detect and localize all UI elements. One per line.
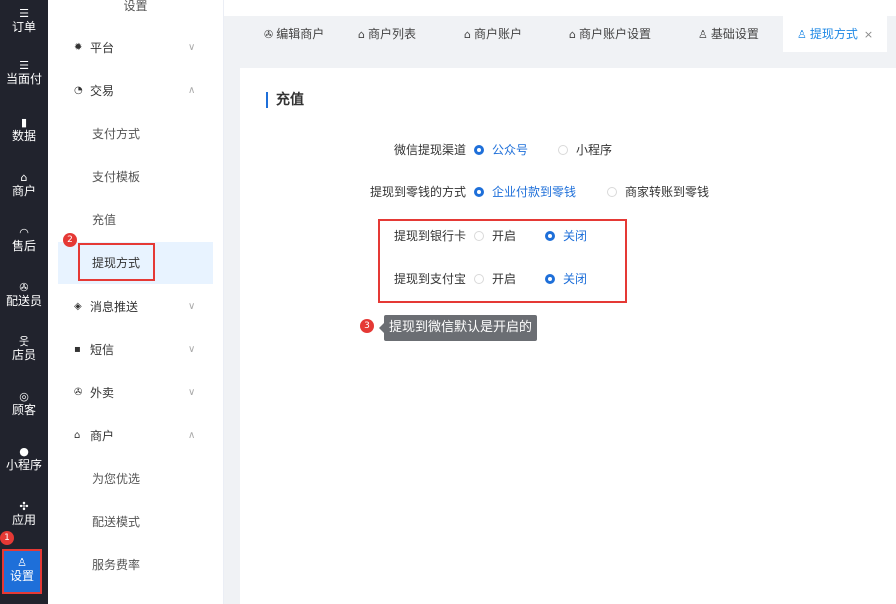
store-icon: ⌂ <box>20 171 28 184</box>
radio-dot <box>474 274 484 284</box>
submenu-item-preferred[interactable]: 为您优选 <box>58 459 213 499</box>
radio-official-account[interactable]: 公众号 <box>474 140 528 160</box>
store-icon: ⌂ <box>464 28 471 41</box>
user-icon: ♙ <box>797 28 807 41</box>
list-icon: ☰ <box>19 7 29 20</box>
row-bank-card: 提现到银行卡 开启 关闭 <box>240 226 896 246</box>
scooter-icon: ✇ <box>264 28 274 41</box>
step-badge-2: 2 <box>63 233 77 247</box>
bar-chart-icon: ▮ <box>20 116 28 129</box>
row-wechat-channel: 微信提现渠道 公众号 小程序 <box>240 140 896 160</box>
tab-edit-merchant[interactable]: ✇ 编辑商户 <box>264 16 324 52</box>
rail-item-after-sales[interactable]: ◠ 售后 <box>0 226 48 254</box>
rail-item-miniprogram[interactable]: ● 小程序 <box>0 445 48 473</box>
customer-icon: ◎ <box>19 390 29 403</box>
radio-alipay-on[interactable]: 开启 <box>474 269 516 289</box>
radio-dot <box>607 187 617 197</box>
section-title: 充值 <box>266 92 304 108</box>
scooter-icon: ✇ <box>19 281 29 294</box>
submenu-item-pay-template[interactable]: 支付模板 <box>58 157 213 197</box>
store-icon: ⌂ <box>74 430 81 441</box>
rail-item-customer[interactable]: ◎ 顾客 <box>0 390 48 418</box>
push-icon: ◈ <box>74 301 82 312</box>
radio-merchant-transfer[interactable]: 商家转账到零钱 <box>607 182 709 202</box>
chevron-down-icon: ∨ <box>188 387 196 398</box>
main-nav-rail: ☰ 订单 ☰ 当面付 ▮ 数据 ⌂ 商户 ◠ 售后 ✇ 配送员 웃 店员 ◎ 顾… <box>0 0 48 604</box>
rail-item-settings[interactable]: ♙ 设置 <box>2 549 42 594</box>
rail-item-face-pay[interactable]: ☰ 当面付 <box>0 59 48 87</box>
gear-icon: ✹ <box>74 42 83 53</box>
trade-icon: ◔ <box>74 85 83 96</box>
highlight-box-withdraw-menu <box>78 243 155 281</box>
rail-item-apps[interactable]: ✣ 应用 <box>0 500 48 528</box>
radio-dot <box>474 231 484 241</box>
radio-bank-card-off[interactable]: 关闭 <box>545 226 587 246</box>
close-icon[interactable]: × <box>864 28 873 41</box>
store-icon: ⌂ <box>569 28 576 41</box>
annotation-tooltip: 提现到微信默认是开启的 <box>378 315 538 341</box>
rail-item-merchant[interactable]: ⌂ 商户 <box>0 171 48 199</box>
radio-dot <box>474 145 484 155</box>
submenu-item-service-fee[interactable]: 服务费率 <box>58 545 213 585</box>
tab-merchant-account[interactable]: ⌂ 商户账户 <box>464 16 522 52</box>
tab-basic-settings[interactable]: ♙ 基础设置 <box>698 16 759 52</box>
chevron-up-icon: ∧ <box>188 430 196 441</box>
user-icon: ♙ <box>698 28 708 41</box>
rail-item-orders[interactable]: ☰ 订单 <box>0 7 48 35</box>
list-icon: ☰ <box>19 59 29 72</box>
radio-dot <box>545 231 555 241</box>
submenu-item-delivery-mode[interactable]: 配送模式 <box>58 502 213 542</box>
chevron-down-icon: ∨ <box>188 344 196 355</box>
scooter-icon: ✇ <box>74 387 83 398</box>
step-badge-1: 1 <box>0 531 14 545</box>
store-icon: ⌂ <box>358 28 365 41</box>
top-bar <box>224 0 896 16</box>
radio-dot <box>545 274 555 284</box>
row-alipay: 提现到支付宝 开启 关闭 <box>240 269 896 289</box>
chevron-down-icon: ∨ <box>188 42 196 53</box>
wechat-icon: ● <box>19 445 29 458</box>
row-change-method: 提现到零钱的方式 企业付款到零钱 商家转账到零钱 <box>240 182 896 202</box>
rail-item-data[interactable]: ▮ 数据 <box>0 116 48 144</box>
submenu-group-platform[interactable]: ✹ 平台 ∨ <box>48 38 223 58</box>
submenu-item-pay-method[interactable]: 支付方式 <box>58 114 213 154</box>
settings-submenu: 设置 ✹ 平台 ∨ ◔ 交易 ∧ 支付方式 支付模板 充值 提现方式 2 ◈ 消… <box>48 0 224 604</box>
submenu-group-merchant[interactable]: ⌂ 商户 ∧ <box>48 426 223 446</box>
submenu-group-takeout[interactable]: ✇ 外卖 ∨ <box>48 383 223 403</box>
sms-icon: ▪ <box>74 344 81 355</box>
users-icon: 웃 <box>18 335 30 348</box>
tab-merchant-list[interactable]: ⌂ 商户列表 <box>358 16 416 52</box>
radio-dot <box>558 145 568 155</box>
submenu-title: 设置 <box>123 0 148 13</box>
tab-withdraw-method[interactable]: ♙ 提现方式 × <box>783 16 888 52</box>
settings-user-icon: ♙ <box>17 556 27 569</box>
radio-bank-card-on[interactable]: 开启 <box>474 226 516 246</box>
radio-dot <box>474 187 484 197</box>
submenu-group-sms[interactable]: ▪ 短信 ∨ <box>48 340 223 360</box>
radio-enterprise-pay[interactable]: 企业付款到零钱 <box>474 182 576 202</box>
headset-icon: ◠ <box>19 226 29 239</box>
step-badge-3: 3 <box>360 319 374 333</box>
radio-miniprogram[interactable]: 小程序 <box>558 140 612 160</box>
radio-alipay-off[interactable]: 关闭 <box>545 269 587 289</box>
content-panel: 充值 微信提现渠道 公众号 小程序 提现到零钱的方式 企业付款到零钱 商家转账到… <box>240 68 896 604</box>
rail-item-courier[interactable]: ✇ 配送员 <box>0 281 48 309</box>
apps-icon: ✣ <box>19 500 29 513</box>
chevron-down-icon: ∨ <box>188 301 196 312</box>
tab-merchant-account-settings[interactable]: ⌂ 商户账户设置 <box>569 16 651 52</box>
chevron-up-icon: ∧ <box>188 85 196 96</box>
submenu-group-trade[interactable]: ◔ 交易 ∧ <box>48 81 223 101</box>
tab-bar: ✇ 编辑商户 ⌂ 商户列表 ⌂ 商户账户 ⌂ 商户账户设置 ♙ 基础设置 ♙ 提现方式 × <box>224 16 896 52</box>
submenu-group-push[interactable]: ◈ 消息推送 ∨ <box>48 297 223 317</box>
submenu-item-recharge[interactable]: 充值 <box>58 200 213 240</box>
rail-item-staff[interactable]: 웃 店员 <box>0 335 48 363</box>
